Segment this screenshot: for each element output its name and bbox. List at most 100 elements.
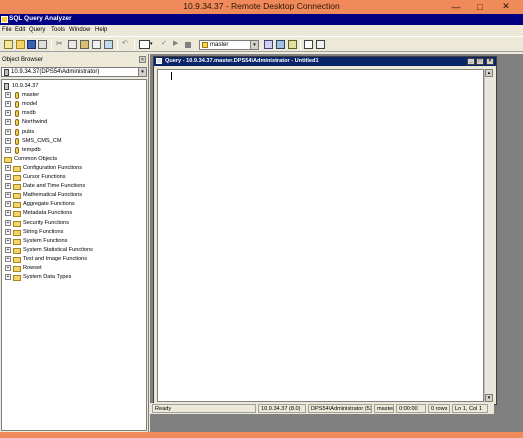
menu-edit[interactable]: Edit [15,27,25,33]
database-selector[interactable]: master ▾ [199,40,259,50]
expand-icon[interactable]: + [5,101,11,108]
folder-icon [13,266,21,272]
server-selector[interactable]: 10.9.34.37(DPS54\Administrator) ▾ [1,67,147,77]
tree-item-label: System Functions [23,237,68,244]
expand-icon[interactable]: + [5,92,11,99]
sql-query-analyzer-window: SQL Query Analyzer File Edit Query Tools… [0,14,523,432]
status-elapsed: 0:00:00 [396,404,426,413]
text-caret [171,72,172,80]
execute-mode-dropdown-icon[interactable]: ▾ [150,40,155,49]
query-window-icon [156,58,162,64]
folder-icon [13,238,21,245]
query-close-icon[interactable]: × [486,58,494,65]
tree-item-label: Common Objects [14,155,58,162]
open-icon[interactable] [16,40,25,49]
expand-icon[interactable]: + [5,174,11,180]
cancel-query-icon[interactable] [185,42,191,48]
query-editor[interactable] [157,69,484,402]
execute-query-icon[interactable]: ▶ [173,40,182,49]
tree-item-label: Mathematical Functions [23,192,83,199]
undo-icon[interactable]: ↶ [122,40,131,49]
tree-item-label: Aggregate Functions [23,201,75,208]
load-sql-script-icon[interactable] [38,40,47,49]
tree-item-label: msdb [22,110,36,117]
chevron-down-icon[interactable]: ▾ [250,41,258,49]
tree-item-label: model [22,101,38,108]
status-database: master [374,404,394,413]
status-rows: 0 rows [428,404,450,413]
index-tuning-icon[interactable] [276,40,285,49]
expand-icon[interactable]: + [5,110,11,117]
folder-icon [13,229,21,236]
expand-icon[interactable]: + [5,137,11,144]
menu-tools[interactable]: Tools [51,27,65,33]
expand-icon[interactable]: + [5,274,11,281]
scroll-up-icon[interactable]: ▴ [485,69,493,77]
tree-item-label: Security Functions [23,219,70,226]
find-icon[interactable] [104,40,113,49]
results-pane-toggle-icon[interactable] [316,40,325,49]
folder-icon [13,175,21,181]
cut-icon[interactable]: ✂ [56,40,65,49]
query-minimize-icon[interactable]: _ [467,58,475,65]
expand-icon[interactable]: + [5,228,11,235]
remote-desktop-title-bar: 10.9.34.37 - Remote Desktop Connection —… [0,0,523,14]
menu-file[interactable]: File [2,27,12,33]
save-icon[interactable] [27,40,36,49]
tree-item-label: Metadata Functions [23,210,73,217]
minimize-button[interactable]: — [447,0,465,13]
menu-query[interactable]: Query [29,27,45,33]
paste-icon[interactable] [80,40,89,49]
copy-icon[interactable] [68,40,77,49]
query-window-title-bar: Query - 10.9.34.37.master.DPS54\Administ… [154,57,496,66]
folder-icon [13,193,21,200]
expand-icon[interactable]: + [5,201,11,208]
status-server: 10.9.34.37 (8.0) [258,404,306,413]
tree-item-label: Date and Time Functions [23,183,86,190]
toolbar: ✂ ↶ ▾ ✓ ▶ master ▾ [0,36,523,52]
object-browser-toggle-icon[interactable] [304,40,313,49]
maximize-button[interactable]: □ [471,0,489,13]
query-maximize-icon[interactable]: □ [476,58,484,65]
parse-query-icon[interactable]: ✓ [161,40,170,49]
expand-icon[interactable]: + [5,146,11,153]
close-icon[interactable]: × [139,56,146,63]
server-icon [4,69,9,76]
expand-icon[interactable]: + [5,183,11,190]
tree-item-label: String Functions [23,228,64,235]
expand-icon[interactable]: + [5,119,11,126]
expand-icon[interactable]: + [5,219,11,226]
vertical-scrollbar[interactable]: ▴ ▾ [484,69,493,402]
expand-icon[interactable]: + [5,210,11,217]
expand-icon[interactable]: + [5,246,11,253]
tree-item-label: tempdb [22,146,41,153]
expand-icon[interactable]: + [5,164,11,171]
folder-icon [13,165,21,172]
display-plan-icon[interactable] [264,40,273,49]
expand-icon[interactable]: + [5,128,11,135]
expand-icon[interactable]: + [5,265,11,271]
expand-icon[interactable]: + [5,192,11,199]
taskbar-strip [0,432,523,438]
scroll-down-icon[interactable]: ▾ [485,394,493,402]
expand-icon[interactable]: + [5,237,11,244]
execute-mode-icon[interactable] [139,40,150,49]
clear-window-icon[interactable] [92,40,101,49]
search-icon[interactable] [288,40,297,49]
expand-icon[interactable]: + [5,255,11,262]
database-icon [15,137,19,145]
status-user: DPS54\Administrator (53) [308,404,372,413]
menu-help[interactable]: Help [95,27,107,33]
tree-item-label: Northwind [22,119,48,126]
object-browser-title: Object Browser [2,57,44,63]
chevron-down-icon[interactable]: ▾ [138,68,146,76]
close-button[interactable]: ✕ [497,0,515,13]
tree-item-label: SMS_CMS_CM [22,137,62,144]
new-query-icon[interactable] [4,40,13,49]
status-bar: Ready 10.9.34.37 (8.0) DPS54\Administrat… [150,403,494,414]
query-window: Query - 10.9.34.37.master.DPS54\Administ… [153,56,497,405]
folder-icon [13,202,21,209]
tree-item-label: Configuration Functions [23,164,83,171]
menu-window[interactable]: Window [69,27,90,33]
folder-icon [13,247,21,254]
